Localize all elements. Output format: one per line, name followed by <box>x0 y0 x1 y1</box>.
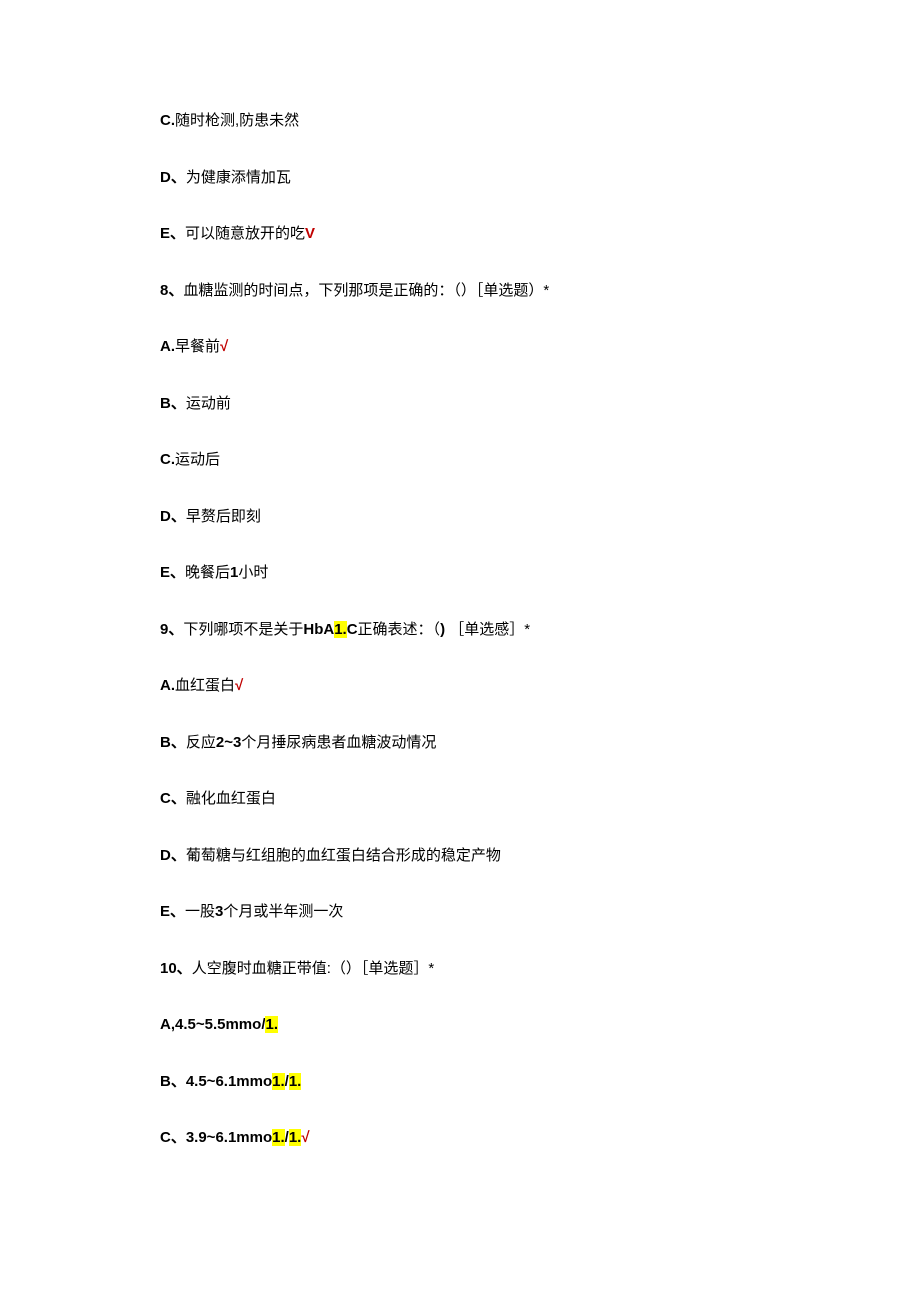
document-line: 10、人空腹时血糖正带值:（）［单选题］* <box>160 958 760 981</box>
document-line: D、为健康添情加瓦 <box>160 167 760 190</box>
document-line: B、4.5~6.1mmo1./1. <box>160 1071 760 1094</box>
document-line: C、3.9~6.1mmo1./1.√ <box>160 1127 760 1150</box>
document-line: B、反应2~3个月捶尿病患者血糖波动情况 <box>160 732 760 755</box>
document-line: C、融化血红蛋白 <box>160 788 760 811</box>
document-line: D、早赘后即刻 <box>160 506 760 529</box>
document-line: 8、血糖监测的时间点，下列那项是正确的：（）［单选题）* <box>160 280 760 303</box>
document-line: D、葡萄糖与红组胞的血红蛋白结合形成的稳定产物 <box>160 845 760 868</box>
document-line: A,4.5~5.5mmo/1. <box>160 1014 760 1037</box>
document-line: E、一股3个月或半年测一次 <box>160 901 760 924</box>
document-line: A.血红蛋白√ <box>160 675 760 698</box>
document-line: 9、下列哪项不是关于HbA1.C正确表述：（) ［单选感］* <box>160 619 760 642</box>
document-line: B、运动前 <box>160 393 760 416</box>
document-line: E、可以随意放开的吃V <box>160 223 760 246</box>
document-line: C.随时枪测,防患未然 <box>160 110 760 133</box>
document-line: C.运动后 <box>160 449 760 472</box>
document-line: E、晚餐后1小时 <box>160 562 760 585</box>
document-line: A.早餐前√ <box>160 336 760 359</box>
